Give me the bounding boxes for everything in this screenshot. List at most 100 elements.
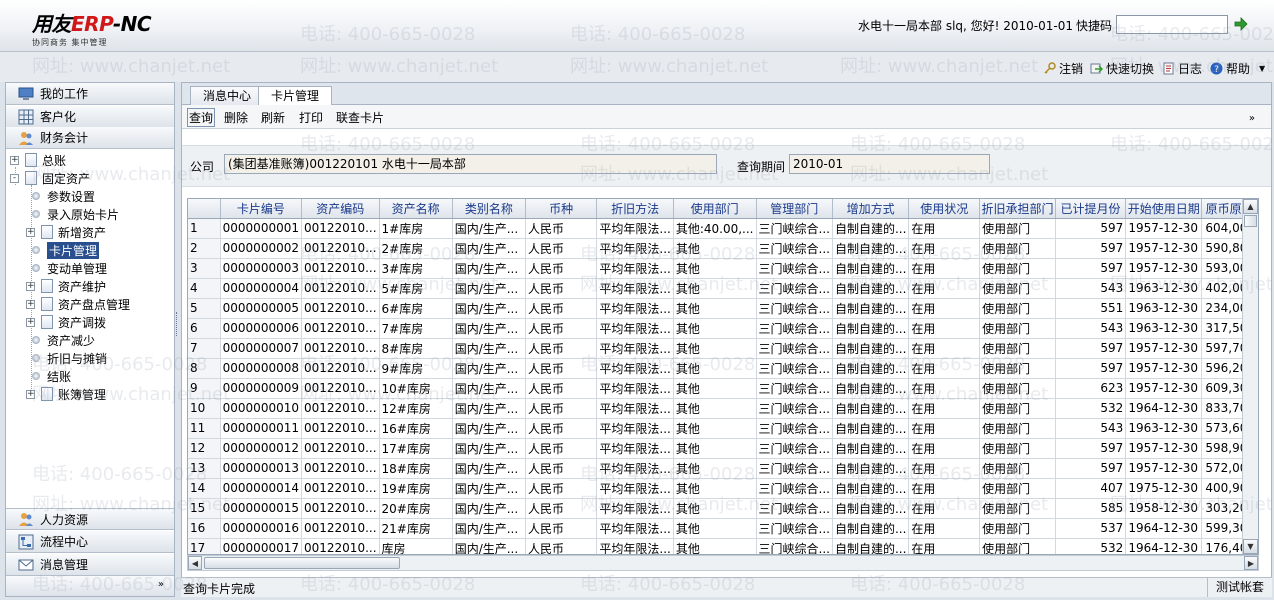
- go-arrow-icon[interactable]: [1234, 17, 1248, 31]
- column-header[interactable]: 管理部门: [756, 199, 833, 219]
- refresh-button[interactable]: 刷新: [261, 109, 285, 126]
- table-row[interactable]: 3 0000000003 00122010... 3#库房 国内/生产... 人民币 平均年…: [188, 258, 1258, 279]
- table-row[interactable]: 13 0000000013 00122010... 18#库房 国内/生产... 人民币平…: [188, 458, 1258, 479]
- tree-item[interactable]: + 资产调拨: [26, 313, 106, 331]
- scroll-right-icon[interactable]: ▶: [1244, 556, 1258, 570]
- scroll-down-icon[interactable]: ▼: [1243, 539, 1258, 554]
- table-cell: 其他: [673, 398, 757, 419]
- table-row[interactable]: 14 0000000014 00122010... 19#库房 国内/生产... 人民币平…: [188, 478, 1258, 499]
- tree-item[interactable]: 录入原始卡片: [26, 205, 119, 223]
- tree-item[interactable]: + 总账: [10, 151, 66, 169]
- quick-switch-button[interactable]: 快速切换: [1090, 60, 1154, 77]
- column-header[interactable]: 使用部门: [673, 199, 757, 219]
- table-row[interactable]: 8 0000000008 00122010... 9#库房 国内/生产... 人民币 平均年…: [188, 358, 1258, 379]
- tree-item[interactable]: + 账簿管理: [26, 385, 106, 403]
- chevron-down-icon[interactable]: ▼: [1259, 64, 1265, 73]
- column-header[interactable]: 已计提月份: [1055, 199, 1127, 219]
- tab-card-management[interactable]: 卡片管理: [258, 86, 333, 106]
- table-row[interactable]: 4 0000000004 00122010... 5#库房 国内/生产... 人民币 平均年…: [188, 278, 1258, 299]
- table-cell: 在用: [908, 478, 981, 499]
- table-row[interactable]: 12 0000000012 00122010... 17#库房 国内/生产... 人民币平…: [188, 438, 1258, 459]
- column-header[interactable]: 卡片编号: [220, 199, 303, 219]
- column-header[interactable]: 增加方式: [832, 199, 910, 219]
- table-cell: 人民币: [525, 218, 598, 239]
- log-button[interactable]: 日志: [1162, 60, 1202, 77]
- tree-item[interactable]: + 资产盘点管理: [26, 295, 130, 313]
- expand-icon[interactable]: +: [26, 227, 35, 237]
- tab-message-center[interactable]: 消息中心: [190, 86, 265, 105]
- collapse-icon[interactable]: -: [10, 173, 19, 183]
- table-row[interactable]: 11 0000000011 00122010... 16#库房 国内/生产... 人民币平…: [188, 418, 1258, 439]
- logout-button[interactable]: 注销: [1043, 60, 1083, 77]
- nav-section-workflow[interactable]: 流程中心: [6, 531, 174, 553]
- column-header[interactable]: 开始使用日期: [1125, 199, 1203, 219]
- collapse-chevron-icon[interactable]: »: [1249, 113, 1255, 124]
- help-button[interactable]: ? 帮助 ▼: [1210, 60, 1265, 77]
- company-field[interactable]: (集团基准账簿)001220101 水电十一局本部: [224, 154, 717, 174]
- column-header[interactable]: 资产编码: [301, 199, 380, 219]
- column-header[interactable]: 币种: [525, 199, 598, 219]
- table-row[interactable]: 9 0000000009 00122010... 10#库房 国内/生产... 人民币 平均…: [188, 378, 1258, 399]
- table-row[interactable]: 17 0000000017 00122010... 库房 国内/生产... 人民币 平均年限…: [188, 538, 1258, 554]
- table-cell: 自制自建的...: [832, 398, 910, 419]
- scroll-up-icon[interactable]: ▲: [1243, 199, 1258, 214]
- table-row[interactable]: 1 0000000001 00122010... 1#库房 国内/生产... 人民币 平均年…: [188, 218, 1258, 239]
- nav-section-messages[interactable]: 消息管理: [6, 554, 174, 576]
- scroll-thumb[interactable]: [204, 557, 400, 569]
- table-cell: 库房: [379, 538, 453, 554]
- scroll-left-icon[interactable]: ◀: [188, 556, 202, 570]
- leaf-bullet-icon: [32, 210, 40, 218]
- table-row[interactable]: 15 0000000015 00122010... 20#库房 国内/生产... 人民币平…: [188, 498, 1258, 519]
- linked-card-button[interactable]: 联查卡片: [336, 109, 384, 126]
- vertical-scrollbar[interactable]: ▲ ▼: [1242, 199, 1258, 554]
- scroll-thumb[interactable]: [1244, 215, 1257, 227]
- table-row[interactable]: 5 0000000005 00122010... 6#库房 国内/生产... 人民币 平均年…: [188, 298, 1258, 319]
- nav-section-customization[interactable]: 客户化: [6, 106, 174, 128]
- table-cell: 1964-12-30: [1125, 538, 1203, 554]
- tree-item[interactable]: 参数设置: [26, 187, 95, 205]
- column-header[interactable]: 使用状况: [908, 199, 981, 219]
- tree-item[interactable]: + 资产维护: [26, 277, 106, 295]
- period-field[interactable]: 2010-01: [789, 154, 990, 174]
- double-chevron-down-icon[interactable]: »: [158, 579, 164, 590]
- table-row[interactable]: 6 0000000006 00122010... 7#库房 国内/生产... 人民币 平均年…: [188, 318, 1258, 339]
- expand-icon[interactable]: +: [26, 389, 35, 399]
- table-row[interactable]: 7 0000000007 00122010... 8#库房 国内/生产... 人民币 平均年…: [188, 338, 1258, 359]
- tree-item[interactable]: 折旧与摊销: [26, 349, 107, 367]
- horizontal-scrollbar[interactable]: ◀ ▶: [187, 555, 1259, 571]
- row-number: 15: [188, 498, 221, 519]
- query-button[interactable]: 查询: [187, 108, 216, 127]
- expand-icon[interactable]: +: [26, 299, 35, 309]
- column-header[interactable]: 类别名称: [452, 199, 526, 219]
- expand-icon[interactable]: +: [26, 317, 35, 327]
- tree-item[interactable]: - 固定资产: [10, 169, 90, 187]
- nav-section-finance[interactable]: 财务会计: [6, 127, 174, 149]
- logo-text-a: 用友: [32, 12, 72, 36]
- column-header[interactable]: 折旧承担部门: [979, 199, 1056, 219]
- delete-button[interactable]: 删除: [224, 109, 248, 126]
- nav-section-hr[interactable]: 人力资源: [6, 508, 174, 530]
- column-header[interactable]: 折旧方法: [596, 199, 674, 219]
- table-cell: 0000000016: [220, 518, 303, 539]
- row-number: 2: [188, 238, 221, 259]
- table-row[interactable]: 16 0000000016 00122010... 21#库房 国内/生产... 人民币平…: [188, 518, 1258, 539]
- tree-item[interactable]: 资产减少: [26, 331, 95, 349]
- tree-item[interactable]: 卡片管理: [26, 241, 100, 259]
- table-cell: 三门峡综合...: [756, 378, 833, 399]
- expand-icon[interactable]: +: [10, 155, 19, 165]
- table-row[interactable]: 2 0000000002 00122010... 2#库房 国内/生产... 人民币 平均年…: [188, 238, 1258, 259]
- expand-icon[interactable]: +: [26, 281, 35, 291]
- table-cell: 00122010...: [301, 238, 380, 259]
- table-row[interactable]: 10 0000000010 00122010... 12#库房 国内/生产... 人民币平…: [188, 398, 1258, 419]
- quick-code-input[interactable]: [1116, 15, 1228, 34]
- print-button[interactable]: 打印: [299, 109, 323, 126]
- tree-item[interactable]: 结账: [26, 367, 71, 385]
- table-cell: 00122010...: [301, 458, 380, 479]
- column-header[interactable]: 资产名称: [379, 199, 453, 219]
- tree-item[interactable]: + 新增资产: [26, 223, 106, 241]
- table-cell: 其他: [673, 478, 757, 499]
- mail-icon: [18, 559, 34, 570]
- nav-section-my-work[interactable]: 我的工作: [6, 83, 174, 105]
- row-number-header[interactable]: [188, 199, 221, 219]
- tree-item[interactable]: 变动单管理: [26, 259, 107, 277]
